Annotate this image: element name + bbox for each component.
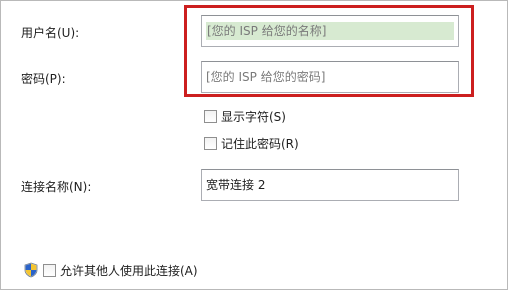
remember-password-label: 记住此密码(R) [221,136,299,151]
password-value: [您的 ISP 给您的密码] [206,70,326,84]
connection-name-label: 连接名称(N): [21,180,92,194]
connection-name-value: 宽带连接 2 [206,178,266,192]
username-input[interactable]: [您的 ISP 给您的名称] [201,15,459,47]
password-label: 密码(P): [21,72,66,86]
connection-name-input[interactable]: 宽带连接 2 [201,169,459,201]
username-value: [您的 ISP 给您的名称] [206,22,454,40]
allow-others-row[interactable]: 允许其他人使用此连接(A) [23,262,198,278]
remember-password-checkbox[interactable] [204,136,217,150]
show-chars-row[interactable]: 显示字符(S) [204,108,286,124]
allow-others-label: 允许其他人使用此连接(A) [60,263,198,278]
show-chars-checkbox[interactable] [204,109,217,123]
uac-shield-icon [24,262,38,278]
remember-password-row[interactable]: 记住此密码(R) [204,135,299,151]
connection-dialog-panel: 用户名(U): [您的 ISP 给您的名称] 密码(P): [您的 ISP 给您… [0,0,508,290]
show-chars-label: 显示字符(S) [221,109,286,124]
allow-others-checkbox[interactable] [43,263,56,277]
password-input[interactable]: [您的 ISP 给您的密码] [201,61,459,93]
username-label: 用户名(U): [21,26,80,40]
